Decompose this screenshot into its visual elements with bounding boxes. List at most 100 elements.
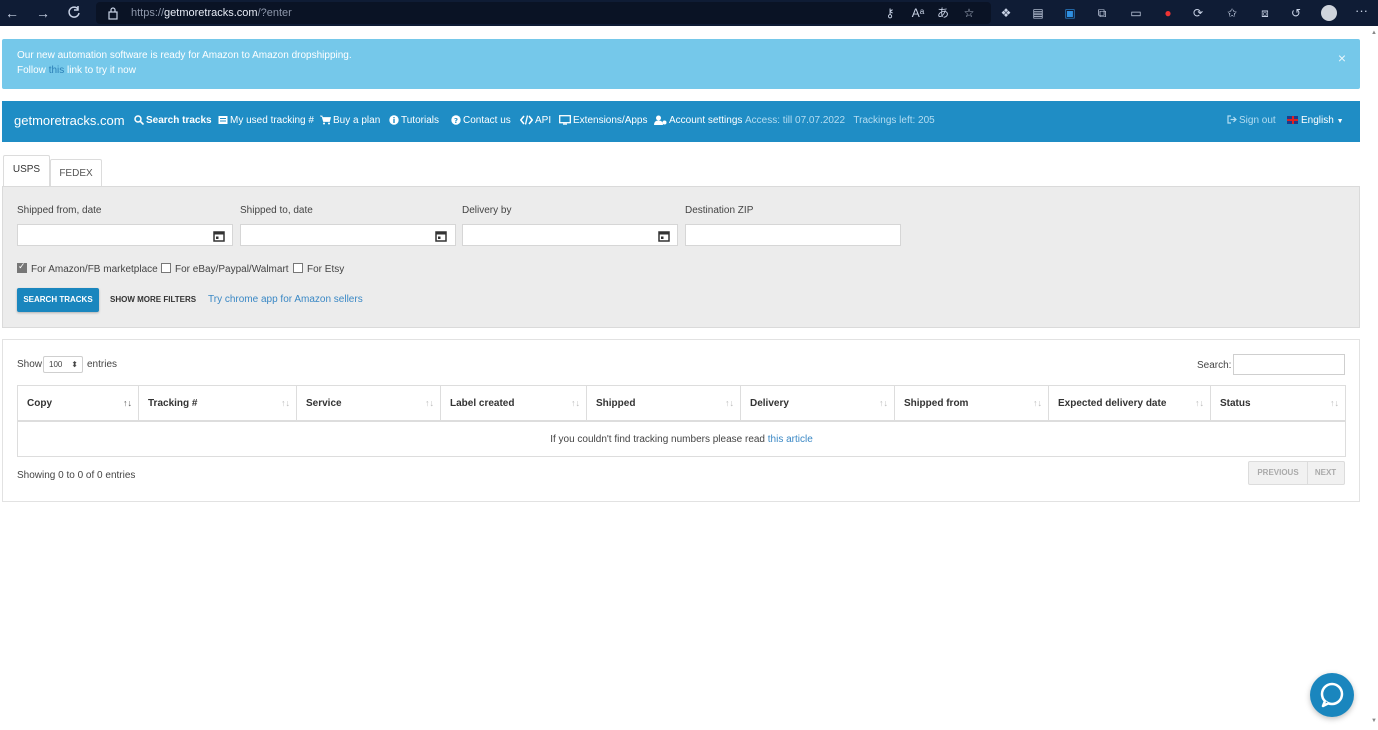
chrome-app-link[interactable]: Try chrome app for Amazon sellers — [208, 294, 363, 305]
column-header-status[interactable]: Status ↑↓ — [1210, 385, 1346, 422]
forward-icon[interactable]: → — [35, 5, 51, 21]
extensions-puzzle-icon[interactable]: ⟳ — [1190, 5, 1206, 21]
key-icon[interactable]: ⚷ — [882, 5, 898, 21]
pagination: PREVIOUS NEXT — [1248, 461, 1345, 485]
back-icon[interactable]: ← — [4, 5, 20, 21]
user-cog-icon — [654, 115, 667, 125]
sign-out-link[interactable]: Sign out — [1227, 115, 1276, 126]
profile-avatar[interactable] — [1321, 5, 1337, 21]
sign-out-icon — [1227, 115, 1237, 124]
column-header-tracking[interactable]: Tracking # ↑↓ — [138, 385, 297, 422]
question-icon: ? — [451, 115, 461, 125]
favorites-icon[interactable]: ✩ — [1224, 5, 1240, 21]
previous-page-button[interactable]: PREVIOUS — [1249, 462, 1308, 484]
nav-api[interactable]: API — [519, 115, 551, 126]
results-panel: Show 100 ⬍ entries Search: Copy ↑↓ Trackin… — [2, 339, 1360, 502]
column-header-service[interactable]: Service ↑↓ — [296, 385, 441, 422]
calendar-icon[interactable] — [213, 230, 225, 242]
tab-fedex[interactable]: FEDEX — [50, 159, 102, 188]
nav-tutorials[interactable]: Tutorials — [389, 115, 439, 126]
search-input[interactable] — [1233, 354, 1345, 375]
translate-icon[interactable]: あ — [935, 5, 951, 21]
column-header-label-created[interactable]: Label created ↑↓ — [440, 385, 587, 422]
search-label: Search: — [1197, 360, 1232, 371]
shipped-to-input[interactable] — [240, 224, 456, 246]
chat-widget-button[interactable] — [1310, 673, 1354, 717]
sort-icon: ↑↓ — [1033, 398, 1042, 408]
url-text: https://getmoretracks.com/?enter — [131, 7, 292, 19]
column-header-shipped-from[interactable]: Shipped from ↑↓ — [894, 385, 1049, 422]
nav-extensions[interactable]: Extensions/Apps — [559, 115, 648, 126]
tab-usps[interactable]: USPS — [3, 155, 50, 187]
uk-flag-icon — [1287, 116, 1298, 124]
browser-toolbar: ← → https://getmoretracks.com/?enter ⚷ A… — [0, 0, 1378, 26]
extension-window-icon[interactable]: ▤ — [1030, 5, 1046, 21]
next-page-button[interactable]: NEXT — [1307, 462, 1344, 484]
extension-screenshot-icon[interactable]: ⧉ — [1094, 5, 1110, 21]
cart-icon — [320, 115, 332, 125]
history-icon[interactable]: ↺ — [1288, 5, 1304, 21]
sort-icon: ↑↓ — [281, 398, 290, 408]
monitor-icon — [559, 115, 571, 125]
table-row: If you couldn't find tracking numbers pl… — [17, 420, 1346, 457]
sort-icon: ↑↓ — [571, 398, 580, 408]
nav-search-tracks[interactable]: Search tracks — [134, 115, 212, 126]
checkbox-unchecked[interactable] — [161, 263, 171, 273]
search-tracks-button[interactable]: SEARCH TRACKS — [17, 288, 99, 312]
destination-zip-label: Destination ZIP — [685, 205, 754, 216]
language-selector[interactable]: English ▼ — [1287, 115, 1344, 126]
favorite-add-icon[interactable]: ☆ — [961, 5, 977, 21]
checkbox-unchecked[interactable] — [293, 263, 303, 273]
column-header-shipped[interactable]: Shipped ↑↓ — [586, 385, 741, 422]
column-header-copy[interactable]: Copy ↑↓ — [17, 385, 139, 422]
address-bar[interactable]: https://getmoretracks.com/?enter — [96, 2, 991, 24]
read-aloud-icon[interactable]: Aᵃ — [910, 5, 926, 21]
scroll-up-icon[interactable]: ▲ — [1371, 30, 1377, 36]
select-arrows-icon: ⬍ — [71, 360, 78, 369]
this-article-link[interactable]: this article — [768, 434, 813, 445]
extension-badge-icon[interactable]: ● — [1160, 5, 1176, 21]
alert-link[interactable]: this — [49, 65, 65, 76]
info-icon — [389, 115, 399, 125]
page-length-select[interactable]: 100 ⬍ — [43, 356, 83, 373]
amazon-checkbox[interactable]: For Amazon/FB marketplace — [17, 261, 158, 275]
extension-edit-icon[interactable]: ▣ — [1062, 5, 1078, 21]
brand-logo[interactable]: getmoretracks.com — [14, 113, 125, 128]
nav-contact[interactable]: ? Contact us — [451, 115, 511, 126]
nav-buy-plan[interactable]: Buy a plan — [320, 115, 380, 126]
code-icon — [519, 115, 534, 125]
tracking-table: Copy ↑↓ Tracking # ↑↓ Service ↑↓ Label crea… — [17, 385, 1346, 457]
column-header-expected-delivery[interactable]: Expected delivery date ↑↓ — [1048, 385, 1211, 422]
nav-used-tracking[interactable]: My used tracking # — [218, 115, 314, 126]
refresh-icon[interactable] — [66, 5, 82, 21]
sort-icon: ↑↓ — [725, 398, 734, 408]
main-navbar: getmoretracks.com Search tracks My used … — [2, 101, 1360, 142]
sort-icon: ↑↓ — [879, 398, 888, 408]
extension-toggle-icon[interactable]: ▭ — [1128, 5, 1144, 21]
scroll-down-icon[interactable]: ▼ — [1371, 718, 1377, 724]
delivery-by-input[interactable] — [462, 224, 678, 246]
more-menu-icon[interactable]: ··· — [1355, 3, 1368, 18]
calendar-icon[interactable] — [435, 230, 447, 242]
page-scrollbar[interactable] — [1370, 26, 1378, 730]
shipped-from-input[interactable] — [17, 224, 233, 246]
collections-icon[interactable]: ⧈ — [1257, 5, 1273, 21]
sort-icon: ↑↓ — [1330, 398, 1339, 408]
checkbox-checked[interactable] — [17, 261, 27, 273]
caret-down-icon: ▼ — [1336, 118, 1344, 125]
destination-zip-input[interactable] — [685, 224, 901, 246]
filter-panel: Shipped from, date Shipped to, date Deli… — [2, 186, 1360, 328]
show-more-filters-button[interactable]: SHOW MORE FILTERS — [110, 295, 196, 304]
extension-icon[interactable]: ❖ — [998, 5, 1014, 21]
table-info: Showing 0 to 0 of 0 entries — [17, 470, 136, 481]
alert-message: Our new automation software is ready for… — [17, 50, 352, 61]
close-icon[interactable]: × — [1338, 50, 1346, 66]
entries-label: entries — [87, 359, 118, 370]
ebay-checkbox[interactable]: For eBay/Paypal/Walmart — [161, 263, 289, 275]
nav-account-settings[interactable]: Account settings — [654, 115, 742, 126]
empty-table-message: If you couldn't find tracking numbers pl… — [17, 420, 1346, 457]
etsy-checkbox[interactable]: For Etsy — [293, 263, 344, 275]
column-header-delivery[interactable]: Delivery ↑↓ — [740, 385, 895, 422]
svg-text:?: ? — [454, 117, 458, 125]
calendar-icon[interactable] — [658, 230, 670, 242]
